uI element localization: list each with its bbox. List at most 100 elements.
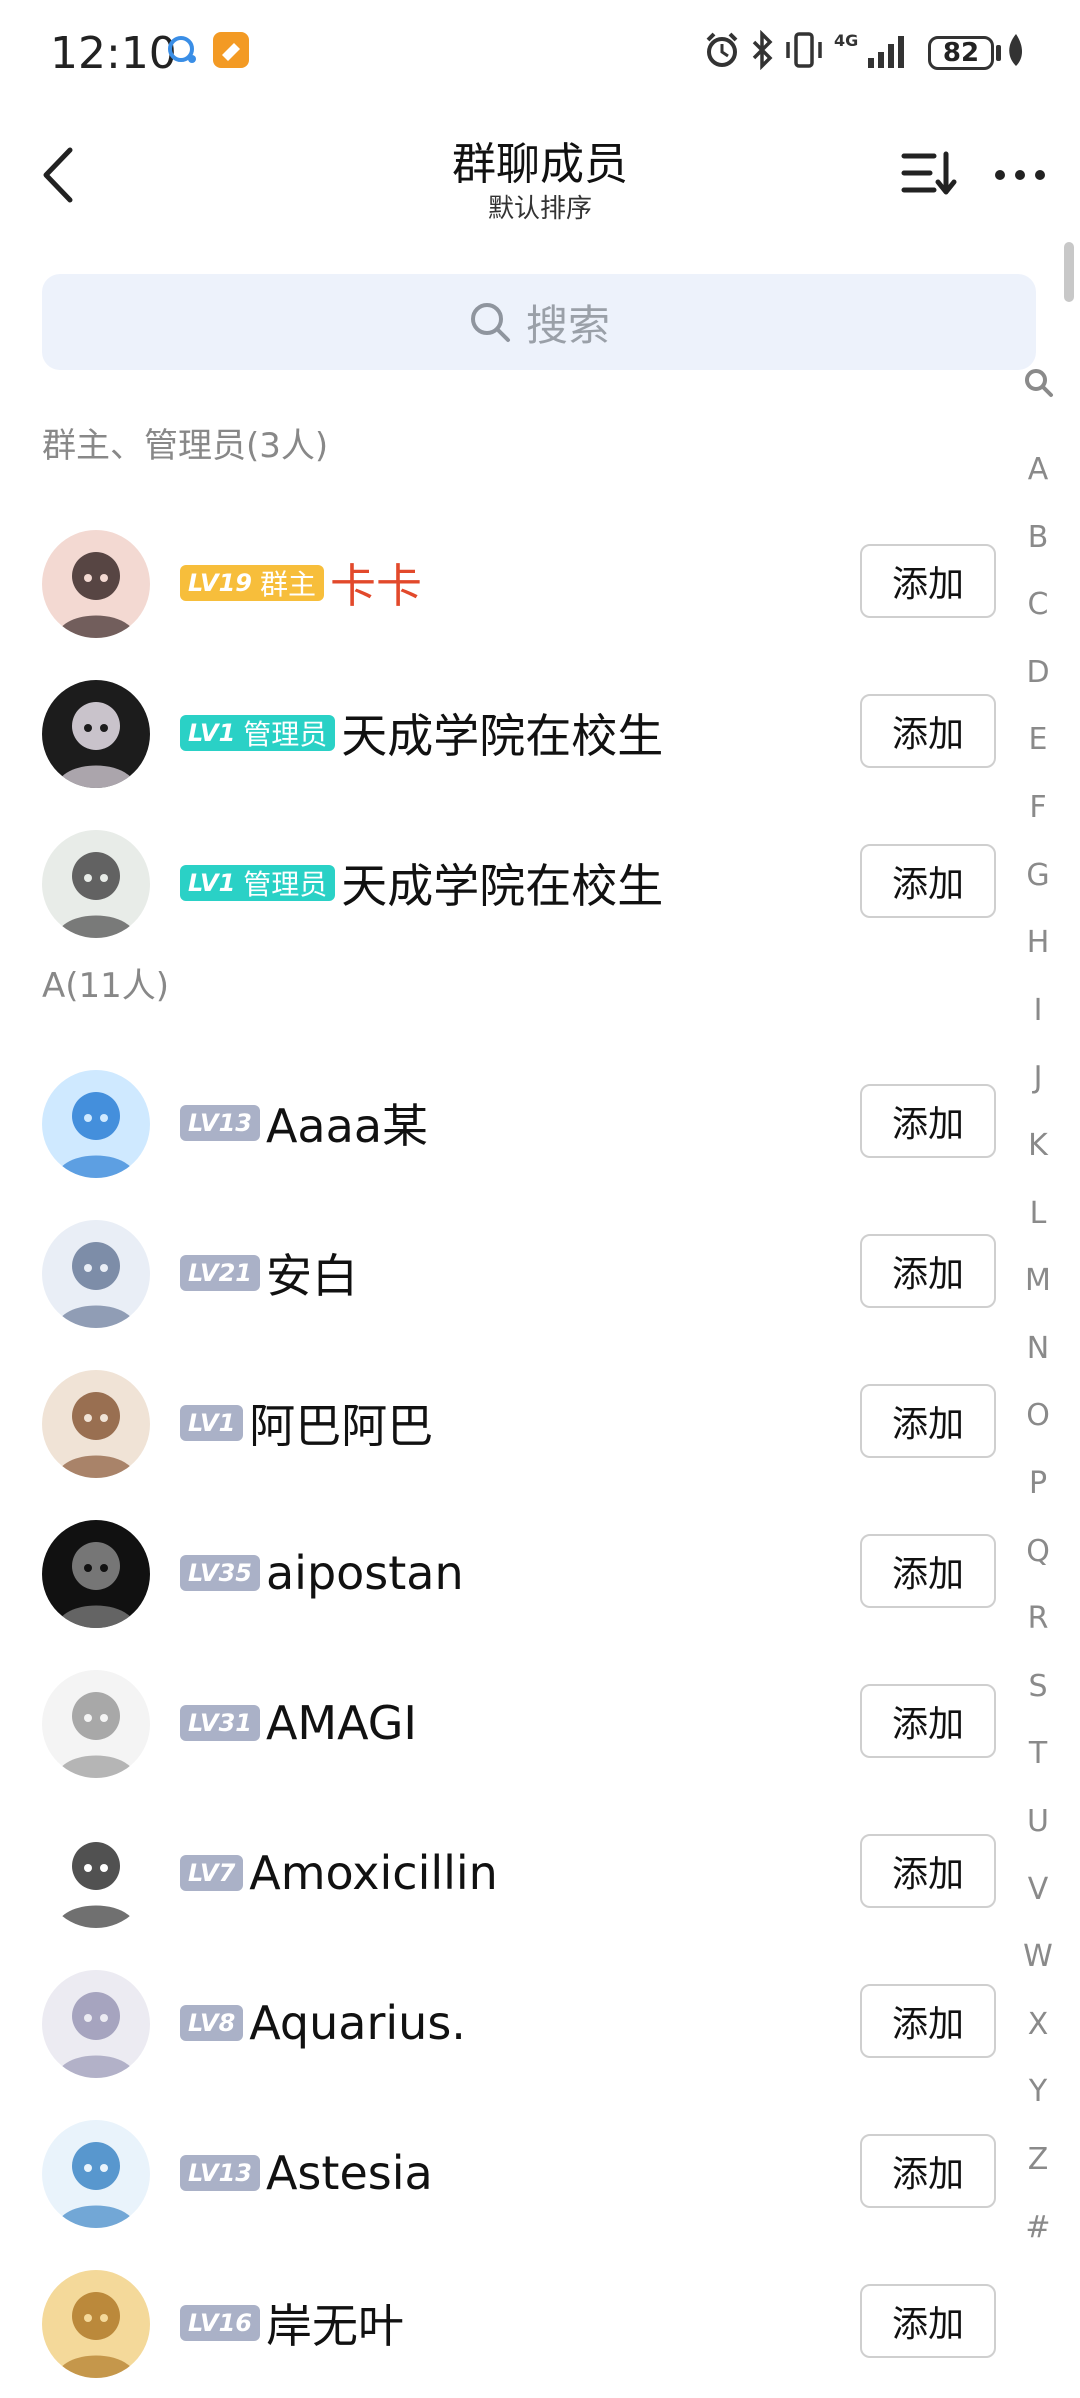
index-letter[interactable]: F [1010, 790, 1066, 825]
more-button[interactable] [990, 160, 1050, 190]
add-friend-button[interactable]: 添加 [860, 2284, 996, 2358]
index-letter[interactable]: N [1010, 1331, 1066, 1366]
member-row[interactable]: LV13 Astesia 添加 [0, 2098, 1010, 2248]
member-row[interactable]: LV1 管理员 天成学院在校生 添加 [0, 658, 1010, 808]
member-name: Amoxicillin [249, 1846, 498, 1900]
add-friend-button[interactable]: 添加 [860, 2134, 996, 2208]
member-info: LV8 Aquarius. [180, 1948, 466, 2098]
index-letter[interactable]: C [1010, 587, 1066, 622]
index-letter[interactable]: S [1010, 1669, 1066, 1704]
member-info: LV31 AMAGI [180, 1648, 417, 1798]
index-letter[interactable]: L [1010, 1196, 1066, 1231]
index-letter[interactable]: I [1010, 993, 1066, 1028]
index-letter[interactable]: M [1010, 1263, 1066, 1298]
member-row[interactable]: LV21 安白 添加 [0, 1198, 1010, 1348]
member-row[interactable]: LV19 群主 卡卡 添加 [0, 508, 1010, 658]
index-letter[interactable]: V [1010, 1872, 1066, 1907]
index-search-icon[interactable] [1024, 368, 1054, 402]
avatar[interactable] [42, 530, 150, 638]
add-friend-button[interactable]: 添加 [860, 1534, 996, 1608]
avatar[interactable] [42, 1370, 150, 1478]
add-friend-button[interactable]: 添加 [860, 1234, 996, 1308]
member-row[interactable]: LV31 AMAGI 添加 [0, 1648, 1010, 1798]
index-letter[interactable]: O [1010, 1398, 1066, 1433]
index-letter[interactable]: Y [1010, 2074, 1066, 2109]
add-friend-button[interactable]: 添加 [860, 1684, 996, 1758]
sort-button[interactable] [900, 148, 960, 198]
index-letter[interactable]: G [1010, 858, 1066, 893]
index-letter[interactable]: U [1010, 1804, 1066, 1839]
index-letter[interactable]: R [1010, 1601, 1066, 1636]
index-letter[interactable]: T [1010, 1736, 1066, 1771]
section-header: 群主、管理员(3人) [42, 426, 329, 466]
member-row[interactable]: LV1 管理员 天成学院在校生 添加 [0, 808, 1010, 958]
member-info: LV13 Aaaa某 [180, 1048, 428, 1198]
qq-notification-icon [166, 30, 200, 70]
level-badge: LV19 [180, 565, 256, 601]
add-friend-button[interactable]: 添加 [860, 1084, 996, 1158]
member-info: LV7 Amoxicillin [180, 1798, 498, 1948]
index-letter[interactable]: # [1010, 2210, 1066, 2245]
avatar[interactable] [42, 2270, 150, 2378]
index-letter[interactable]: X [1010, 2007, 1066, 2042]
add-friend-button[interactable]: 添加 [860, 1834, 996, 1908]
member-name: Astesia [265, 2146, 433, 2200]
avatar[interactable] [42, 1220, 150, 1328]
more-icon [995, 170, 1045, 180]
search-bar[interactable]: 搜索 [42, 274, 1036, 370]
avatar[interactable] [42, 1970, 150, 2078]
member-row[interactable]: LV35 aipostan 添加 [0, 1498, 1010, 1648]
avatar[interactable] [42, 2120, 150, 2228]
search-icon [470, 303, 510, 342]
add-friend-button[interactable]: 添加 [860, 544, 996, 618]
member-name: 阿巴阿巴 [249, 1399, 434, 1453]
member-name: 安白 [265, 1249, 358, 1303]
status-bar: 12:10 4G 82 [0, 0, 1080, 110]
avatar[interactable] [42, 1670, 150, 1778]
member-name: 天成学院在校生 [341, 709, 664, 763]
index-letter[interactable]: A [1010, 452, 1066, 487]
index-letter[interactable]: E [1010, 722, 1066, 757]
add-friend-button[interactable]: 添加 [860, 1384, 996, 1458]
member-row[interactable]: LV16 岸无叶 添加 [0, 2248, 1010, 2398]
sort-icon [901, 151, 957, 195]
member-row[interactable]: LV7 Amoxicillin 添加 [0, 1798, 1010, 1948]
level-badge: LV1 [180, 865, 240, 901]
index-letter[interactable]: H [1010, 925, 1066, 960]
avatar[interactable] [42, 1070, 150, 1178]
member-row[interactable]: LV1 阿巴阿巴 添加 [0, 1348, 1010, 1498]
level-badge: LV13 [180, 1105, 260, 1141]
index-letter[interactable]: B [1010, 520, 1066, 555]
index-letter[interactable]: Q [1010, 1534, 1066, 1569]
level-badge: LV16 [180, 2305, 260, 2341]
member-name: AMAGI [265, 1696, 417, 1750]
member-row[interactable]: LV8 Aquarius. 添加 [0, 1948, 1010, 2098]
add-friend-button[interactable]: 添加 [860, 694, 996, 768]
signal-icon: 4G [834, 30, 912, 70]
bluetooth-icon [750, 30, 776, 70]
add-friend-button[interactable]: 添加 [860, 844, 996, 918]
add-friend-button[interactable]: 添加 [860, 1984, 996, 2058]
index-letter[interactable]: Z [1010, 2142, 1066, 2177]
index-letter[interactable]: W [1010, 1939, 1066, 1974]
avatar[interactable] [42, 1820, 150, 1928]
scrollbar-thumb[interactable] [1064, 242, 1074, 302]
member-info: LV35 aipostan [180, 1498, 464, 1648]
member-row[interactable]: LV13 Aaaa某 添加 [0, 1048, 1010, 1198]
avatar[interactable] [42, 830, 150, 938]
member-name: aipostan [265, 1546, 464, 1600]
status-time: 12:10 [50, 28, 177, 79]
member-name: 岸无叶 [265, 2299, 404, 2353]
index-letter[interactable]: D [1010, 655, 1066, 690]
member-info: LV1 管理员 天成学院在校生 [180, 658, 663, 808]
network-type-label: 4G [834, 31, 858, 50]
level-badge: LV31 [180, 1705, 260, 1741]
index-letter[interactable]: P [1010, 1466, 1066, 1501]
avatar[interactable] [42, 680, 150, 788]
search-placeholder: 搜索 [525, 300, 610, 350]
index-letter[interactable]: J [1010, 1060, 1066, 1095]
avatar[interactable] [42, 1520, 150, 1628]
member-info: LV16 岸无叶 [180, 2248, 404, 2398]
top-app-bar: 群聊成员 默认排序 [0, 110, 1080, 240]
index-letter[interactable]: K [1010, 1128, 1066, 1163]
